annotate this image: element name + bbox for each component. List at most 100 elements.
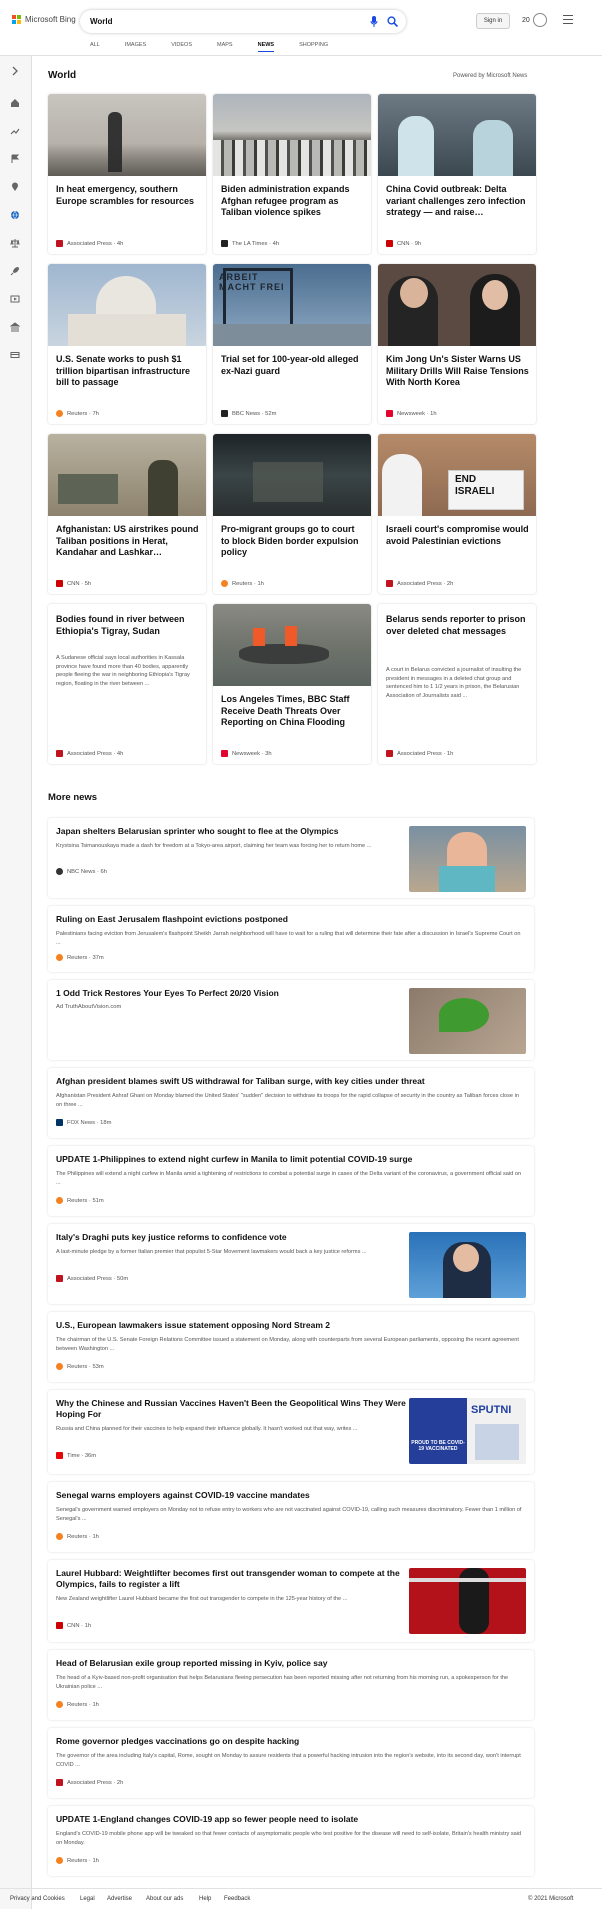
publisher-logo-icon (221, 410, 228, 417)
card-image-cars (213, 94, 371, 176)
news-list-item[interactable]: Italy's Draghi puts key justice reforms … (48, 1224, 534, 1304)
news-card[interactable]: Kim Jong Un's Sister Warns US Military D… (378, 264, 536, 424)
card-title[interactable]: Kim Jong Un's Sister Warns US Military D… (386, 354, 530, 389)
list-item-description: The Philippines will extend a night curf… (56, 1171, 522, 1186)
bing-logo[interactable]: Microsoft Bing (12, 15, 76, 24)
card-title[interactable]: Afghanistan: US airstrikes pound Taliban… (56, 524, 200, 559)
card-title[interactable]: Pro-migrant groups go to court to block … (221, 524, 365, 559)
ad-list-item[interactable]: 1 Odd Trick Restores Your Eyes To Perfec… (48, 980, 534, 1060)
header-divider (0, 55, 602, 56)
card-title[interactable]: Belarus sends reporter to prison over de… (386, 614, 530, 637)
news-card[interactable]: China Covid outbreak: Delta variant chal… (378, 94, 536, 254)
location-icon[interactable] (10, 182, 20, 192)
rewards-trophy-icon[interactable] (533, 13, 547, 27)
news-list-item[interactable]: Laurel Hubbard: Weightlifter becomes fir… (48, 1560, 534, 1642)
footer-help-link[interactable]: Help (199, 1896, 211, 1902)
news-list-item[interactable]: Head of Belarusian exile group reported … (48, 1650, 534, 1720)
card-title[interactable]: China Covid outbreak: Delta variant chal… (386, 184, 530, 219)
list-item-title[interactable]: Japan shelters Belarusian sprinter who s… (56, 826, 411, 837)
menu-icon[interactable] (563, 15, 573, 24)
news-list-item[interactable]: U.S., European lawmakers issue statement… (48, 1312, 534, 1382)
flag-icon[interactable] (10, 154, 20, 164)
rewards-count[interactable]: 20 (522, 17, 530, 24)
news-list-item[interactable]: Why the Chinese and Russian Vaccines Hav… (48, 1390, 534, 1474)
news-card[interactable]: Pro-migrant groups go to court to block … (213, 434, 371, 594)
news-card[interactable]: Los Angeles Times, BBC Staff Receive Dea… (213, 604, 371, 764)
list-item-title[interactable]: Why the Chinese and Russian Vaccines Hav… (56, 1398, 411, 1420)
news-card[interactable]: END ISRAELI Israeli court's compromise w… (378, 434, 536, 594)
tab-videos[interactable]: VIDEOS (171, 42, 192, 52)
footer-about-ads-link[interactable]: About our ads (146, 1896, 183, 1902)
news-card[interactable]: In heat emergency, southern Europe scram… (48, 94, 206, 254)
list-item-title[interactable]: Head of Belarusian exile group reported … (56, 1658, 526, 1669)
card-source: Newsweek · 1h (386, 410, 437, 417)
expand-chevron-icon[interactable] (10, 66, 20, 76)
news-list-item[interactable]: Afghan president blames swift US withdra… (48, 1068, 534, 1138)
card-source: CNN · 5h (56, 580, 91, 587)
news-list-item[interactable]: Japan shelters Belarusian sprinter who s… (48, 818, 534, 898)
tab-all[interactable]: ALL (90, 42, 100, 52)
tab-images[interactable]: IMAGES (125, 42, 146, 52)
tab-news[interactable]: NEWS (257, 42, 275, 52)
trending-icon[interactable] (10, 126, 20, 136)
sign-in-button[interactable]: Sign in (476, 13, 510, 29)
world-globe-icon[interactable] (10, 210, 20, 220)
news-list-item[interactable]: Senegal warns employers against COVID-19… (48, 1482, 534, 1552)
search-box[interactable] (80, 10, 406, 33)
publisher-logo-icon (56, 240, 63, 247)
news-list-item[interactable]: UPDATE 1-England changes COVID-19 app so… (48, 1806, 534, 1876)
list-item-title[interactable]: Italy's Draghi puts key justice reforms … (56, 1232, 411, 1243)
news-card[interactable]: Afghanistan: US airstrikes pound Taliban… (48, 434, 206, 594)
list-item-title[interactable]: Ruling on East Jerusalem flashpoint evic… (56, 914, 526, 925)
list-item-description: New Zealand weightlifter Laurel Hubbard … (56, 1596, 348, 1602)
card-title[interactable]: Biden administration expands Afghan refu… (221, 184, 365, 219)
publisher-logo-icon (56, 1119, 63, 1126)
list-item-title[interactable]: Senegal warns employers against COVID-19… (56, 1490, 526, 1501)
card-title[interactable]: Trial set for 100-year-old alleged ex-Na… (221, 354, 365, 377)
list-item-title[interactable]: Laurel Hubbard: Weightlifter becomes fir… (56, 1568, 411, 1590)
microphone-icon[interactable] (370, 16, 378, 27)
news-list-item[interactable]: Ruling on East Jerusalem flashpoint evic… (48, 906, 534, 972)
list-item-title[interactable]: U.S., European lawmakers issue statement… (56, 1320, 526, 1331)
news-card[interactable]: Bodies found in river between Ethiopia's… (48, 604, 206, 764)
card-title[interactable]: U.S. Senate works to push $1 trillion bi… (56, 354, 200, 389)
publisher-logo-icon (56, 868, 63, 875)
card-image-gate: ARBEIT MACHT FREI (213, 264, 371, 346)
tab-maps[interactable]: MAPS (217, 42, 233, 52)
list-item-title[interactable]: Rome governor pledges vaccinations go on… (56, 1736, 526, 1747)
publisher-logo-icon (56, 1363, 63, 1370)
card-image-covid (378, 94, 536, 176)
news-card[interactable]: ARBEIT MACHT FREI Trial set for 100-year… (213, 264, 371, 424)
news-card[interactable]: Belarus sends reporter to prison over de… (378, 604, 536, 764)
footer: Privacy and Cookies Legal Advertise Abou… (0, 1888, 602, 1909)
category-sidebar (0, 56, 32, 1909)
entertainment-icon[interactable] (10, 294, 20, 304)
card-title[interactable]: Bodies found in river between Ethiopia's… (56, 614, 200, 637)
card-source: Associated Press · 4h (56, 240, 123, 247)
footer-legal-link[interactable]: Legal (80, 1896, 95, 1902)
tab-shopping[interactable]: SHOPPING (299, 42, 328, 52)
card-title[interactable]: Los Angeles Times, BBC Staff Receive Dea… (221, 694, 365, 729)
footer-feedback-link[interactable]: Feedback (224, 1896, 250, 1902)
search-icon[interactable] (387, 16, 398, 27)
card-title[interactable]: In heat emergency, southern Europe scram… (56, 184, 200, 207)
footer-copyright: © 2021 Microsoft (528, 1896, 574, 1902)
news-list-item[interactable]: Rome governor pledges vaccinations go on… (48, 1728, 534, 1798)
list-item-title[interactable]: Afghan president blames swift US withdra… (56, 1076, 526, 1087)
list-item-title[interactable]: UPDATE 1-Philippines to extend night cur… (56, 1154, 526, 1165)
rocket-icon[interactable] (10, 266, 20, 276)
footer-advertise-link[interactable]: Advertise (107, 1896, 132, 1902)
ad-title[interactable]: 1 Odd Trick Restores Your Eyes To Perfec… (56, 988, 411, 999)
news-card[interactable]: U.S. Senate works to push $1 trillion bi… (48, 264, 206, 424)
card-title[interactable]: Israeli court's compromise would avoid P… (386, 524, 530, 547)
search-input[interactable] (90, 15, 330, 28)
list-item-title[interactable]: UPDATE 1-England changes COVID-19 app so… (56, 1814, 526, 1825)
bank-icon[interactable] (10, 322, 20, 332)
home-icon[interactable] (10, 98, 20, 108)
footer-privacy-link[interactable]: Privacy and Cookies (10, 1896, 65, 1902)
scales-icon[interactable] (10, 238, 20, 248)
news-list-item[interactable]: UPDATE 1-Philippines to extend night cur… (48, 1146, 534, 1216)
section-title: World (48, 70, 77, 81)
news-card[interactable]: Biden administration expands Afghan refu… (213, 94, 371, 254)
money-icon[interactable] (10, 350, 20, 360)
